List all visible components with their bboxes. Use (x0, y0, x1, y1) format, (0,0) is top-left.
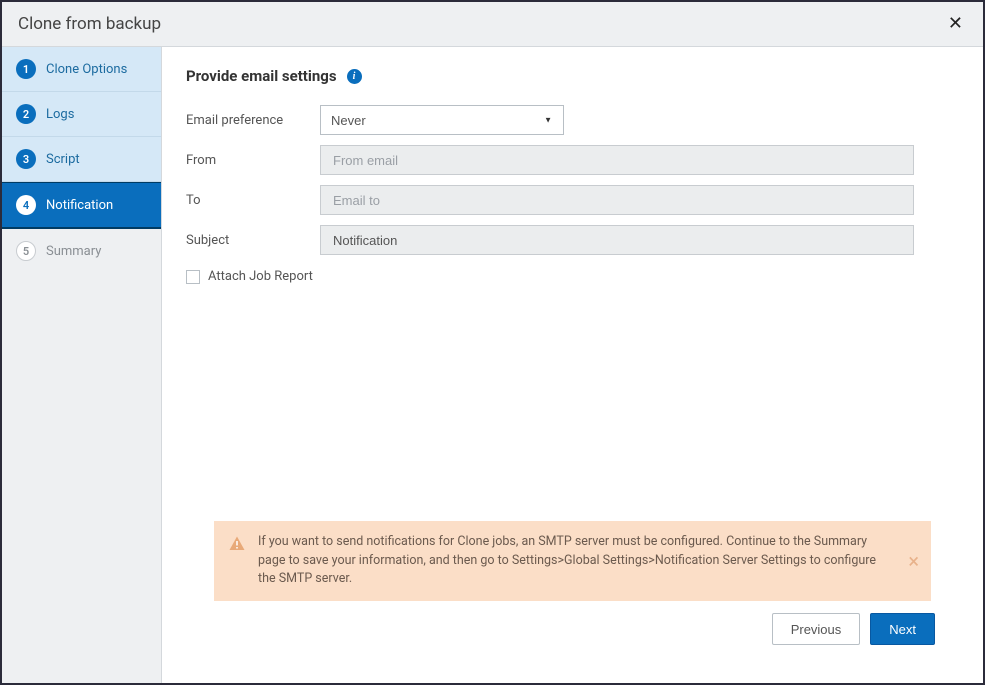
row-attach-report: Attach Job Report (186, 269, 959, 284)
dialog-body: 1 Clone Options 2 Logs 3 Script 4 Notifi… (2, 47, 983, 683)
sidebar-item-logs[interactable]: 2 Logs (2, 92, 161, 137)
step-number: 4 (16, 195, 36, 215)
spacer (186, 284, 959, 521)
step-number: 3 (16, 149, 36, 169)
main-heading-row: Provide email settings i (186, 67, 959, 85)
next-button[interactable]: Next (870, 613, 935, 645)
label-attach-report: Attach Job Report (208, 269, 313, 284)
row-from: From (186, 145, 959, 175)
sidebar-item-clone-options[interactable]: 1 Clone Options (2, 47, 161, 92)
label-email-preference: Email preference (186, 113, 320, 128)
main-heading: Provide email settings (186, 67, 337, 85)
sidebar-item-notification[interactable]: 4 Notification (2, 182, 161, 229)
info-icon[interactable]: i (347, 69, 362, 84)
label-from: From (186, 153, 320, 168)
row-email-preference: Email preference Never ▼ (186, 105, 959, 135)
step-number: 5 (16, 241, 36, 261)
previous-button[interactable]: Previous (772, 613, 861, 645)
attach-report-checkbox[interactable] (186, 270, 200, 284)
sidebar-item-summary[interactable]: 5 Summary (2, 229, 161, 274)
sidebar-item-label: Logs (46, 107, 74, 122)
main-panel: Provide email settings i Email preferenc… (162, 47, 983, 683)
wizard-sidebar: 1 Clone Options 2 Logs 3 Script 4 Notifi… (2, 47, 162, 683)
row-subject: Subject (186, 225, 959, 255)
row-to: To (186, 185, 959, 215)
close-icon[interactable]: ✕ (944, 15, 967, 33)
subject-field[interactable] (320, 225, 914, 255)
select-email-preference[interactable]: Never (320, 105, 564, 135)
sidebar-item-label: Summary (46, 244, 101, 259)
warning-icon (228, 535, 246, 589)
sidebar-item-label: Script (46, 152, 80, 167)
sidebar-item-label: Clone Options (46, 62, 127, 77)
dialog-footer: Previous Next (186, 613, 959, 663)
clone-dialog: Clone from backup ✕ 1 Clone Options 2 Lo… (0, 0, 985, 685)
alert-close-icon[interactable]: × (908, 551, 919, 571)
alert-text: If you want to send notifications for Cl… (258, 533, 891, 589)
dialog-header: Clone from backup ✕ (2, 2, 983, 47)
label-subject: Subject (186, 233, 320, 248)
smtp-warning-alert: If you want to send notifications for Cl… (214, 521, 931, 601)
sidebar-item-script[interactable]: 3 Script (2, 137, 161, 182)
step-number: 1 (16, 59, 36, 79)
to-field[interactable] (320, 185, 914, 215)
dialog-title: Clone from backup (18, 14, 161, 34)
step-number: 2 (16, 104, 36, 124)
select-email-preference-wrap: Never ▼ (320, 105, 564, 135)
label-to: To (186, 193, 320, 208)
sidebar-item-label: Notification (46, 198, 113, 213)
from-field[interactable] (320, 145, 914, 175)
